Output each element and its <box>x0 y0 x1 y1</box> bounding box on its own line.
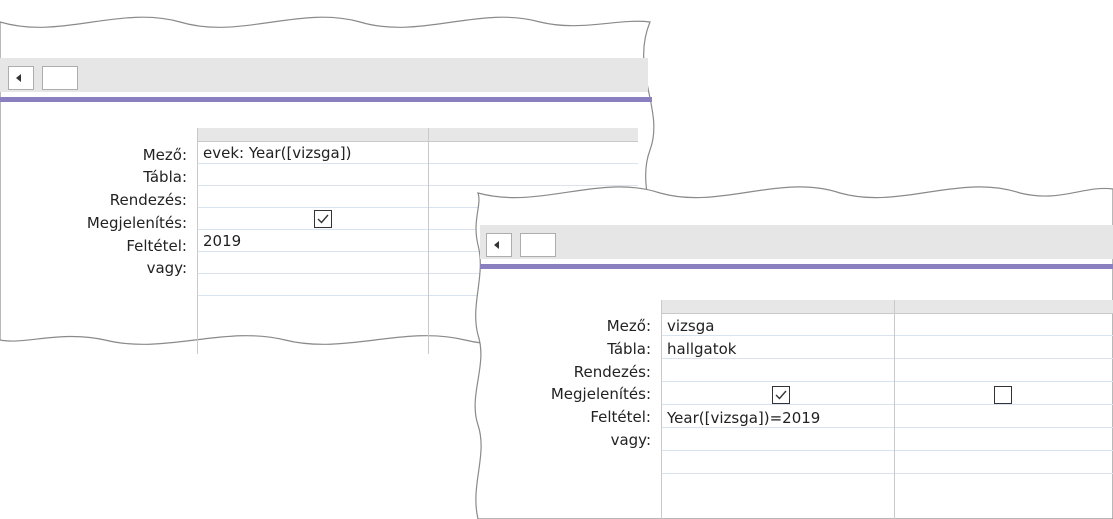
grid-row-or <box>662 429 1113 451</box>
horizontal-scrollbar[interactable] <box>480 225 1113 259</box>
row-label-or: vagy: <box>610 431 651 449</box>
query-grid: vizsga hallgatok Year([vizsga])=2019 <box>661 300 1113 519</box>
row-label-sort: Rendezés: <box>573 363 651 381</box>
scroll-left-button[interactable] <box>486 233 512 257</box>
horizontal-scrollbar[interactable] <box>0 58 648 92</box>
row-label-or: vagy: <box>146 259 187 277</box>
scroll-thumb[interactable] <box>42 66 78 90</box>
row-label-criteria: Feltétel: <box>126 237 187 255</box>
chevron-left-icon <box>494 241 499 249</box>
grid-column-selectors[interactable] <box>662 300 1113 314</box>
pane-divider[interactable] <box>480 264 1113 269</box>
field-cell[interactable]: evek: Year([vizsga]) <box>198 143 428 164</box>
row-label-show: Megjelenítés: <box>550 385 651 403</box>
grid-row-show <box>662 383 1113 405</box>
row-label-criteria: Feltétel: <box>590 408 651 426</box>
query-design-panel-2: Mező: Tábla: Rendezés: Megjelenítés: Fel… <box>470 165 1113 519</box>
row-label-table: Tábla: <box>143 168 187 186</box>
row-label-field: Mező: <box>606 317 651 335</box>
show-checkbox[interactable] <box>772 386 790 404</box>
row-label-show: Megjelenítés: <box>86 214 187 232</box>
column-separator <box>894 300 895 519</box>
table-cell[interactable]: hallgatok <box>662 339 894 360</box>
scroll-thumb[interactable] <box>520 233 556 257</box>
row-label-table: Tábla: <box>607 340 651 358</box>
show-checkbox-column-2[interactable] <box>994 386 1012 404</box>
criteria-cell[interactable]: 2019 <box>198 231 428 252</box>
criteria-cell[interactable]: Year([vizsga])=2019 <box>662 408 894 429</box>
checkmark-icon <box>775 390 787 400</box>
pane-divider[interactable] <box>0 97 652 102</box>
grid-row-extra <box>662 452 1113 474</box>
show-checkbox[interactable] <box>314 210 332 228</box>
column-separator <box>428 128 429 354</box>
grid-row-sort <box>662 360 1113 382</box>
row-label-field: Mező: <box>142 146 187 164</box>
checkmark-icon <box>317 214 329 224</box>
scroll-left-button[interactable] <box>8 66 34 90</box>
grid-column-selectors[interactable] <box>198 128 638 142</box>
field-cell[interactable]: vizsga <box>662 316 894 337</box>
row-label-sort: Rendezés: <box>109 191 187 209</box>
chevron-left-icon <box>16 74 21 82</box>
